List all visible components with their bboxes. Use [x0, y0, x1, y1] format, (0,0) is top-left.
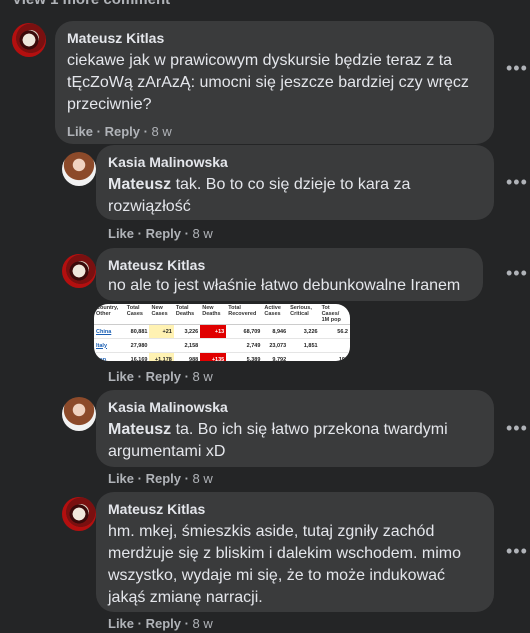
table-header: Total Deaths: [173, 304, 201, 325]
like-button[interactable]: Like: [67, 124, 93, 139]
comment-text: Mateusz ta. Bo ich się łatwo przekona tw…: [108, 421, 448, 460]
more-options-icon[interactable]: •••: [506, 58, 528, 79]
like-button[interactable]: Like: [108, 471, 134, 486]
comment-bubble: Mateusz Kitlas hm. mkej, śmieszkis aside…: [96, 492, 494, 612]
comment-time[interactable]: 8 w: [152, 124, 172, 139]
table-cell: [149, 338, 174, 353]
table-cell: +13: [200, 324, 227, 339]
more-options-icon[interactable]: •••: [506, 263, 528, 284]
table-cell: 3,226: [173, 324, 201, 339]
attached-image-table[interactable]: Country, Other Total Cases New Cases Tot…: [94, 304, 350, 361]
table-cell: [200, 338, 227, 353]
avatar[interactable]: [62, 254, 96, 288]
reply-button[interactable]: Reply: [146, 226, 181, 241]
comment-author[interactable]: Kasia Malinowska: [108, 153, 482, 171]
table-cell: 5,389: [226, 352, 263, 361]
comment-actions: Like · Reply · 8 w: [108, 616, 213, 631]
table-header: Total Recovered: [226, 304, 263, 325]
table-header: Country, Other: [94, 304, 125, 325]
table-header: Tot Cases/ 1M pop: [319, 304, 350, 325]
reply-button[interactable]: Reply: [105, 124, 140, 139]
table-header: Total Cases: [124, 304, 150, 325]
view-more-comments-link[interactable]: View 1 more comment: [12, 0, 170, 8]
table-row: China 80,881 +21 3,226 +13 68,709 8,946 …: [94, 324, 350, 339]
comment-time[interactable]: 8 w: [193, 369, 213, 384]
table-cell: China: [94, 324, 125, 339]
table-cell: 3,226: [288, 324, 320, 339]
comment-author[interactable]: Kasia Malinowska: [108, 398, 482, 416]
more-options-icon[interactable]: •••: [506, 418, 528, 439]
comment-actions: Like · Reply · 8 w: [108, 226, 213, 241]
reply-button[interactable]: Reply: [146, 616, 181, 631]
like-button[interactable]: Like: [108, 616, 134, 631]
comment-author[interactable]: Mateusz Kitlas: [67, 29, 482, 47]
table-cell: 192: [319, 352, 350, 361]
table-cell: [319, 338, 350, 353]
table-cell: 80,881: [124, 324, 150, 339]
comment-text: hm. mkej, śmieszkis aside, tutaj zgniły …: [108, 523, 461, 606]
more-options-icon[interactable]: •••: [506, 541, 528, 562]
comment-time[interactable]: 8 w: [193, 616, 213, 631]
table-cell: 23,073: [262, 338, 289, 353]
table-cell: +1,178: [149, 352, 174, 361]
comment-text: no ale to jest właśnie łatwo debunkowaln…: [108, 277, 461, 294]
table-cell: 988: [173, 352, 201, 361]
table-header: New Deaths: [200, 304, 227, 325]
more-options-icon[interactable]: •••: [506, 172, 528, 193]
avatar[interactable]: [62, 152, 96, 186]
avatar[interactable]: [62, 497, 96, 531]
comment-bubble: Mateusz Kitlas no ale to jest właśnie ła…: [96, 248, 483, 301]
table-cell: 56.2: [319, 324, 350, 339]
table-header: Serious, Critical: [288, 304, 320, 325]
reply-button[interactable]: Reply: [146, 369, 181, 384]
table-cell: 1,851: [288, 338, 320, 353]
table-header: New Cases: [149, 304, 174, 325]
comment-author[interactable]: Mateusz Kitlas: [108, 500, 482, 518]
comment-text: ciekawe jak w prawicowym dyskursie będzi…: [67, 52, 469, 113]
comment-actions: Like · Reply · 8 w: [108, 471, 213, 486]
comment-text: Mateusz tak. Bo to co się dzieje to kara…: [108, 176, 411, 215]
table-cell: 9,792: [262, 352, 289, 361]
like-button[interactable]: Like: [108, 369, 134, 384]
avatar[interactable]: [12, 23, 46, 57]
comment-time[interactable]: 8 w: [193, 471, 213, 486]
comment-actions: Like · Reply · 8 w: [108, 369, 213, 384]
comment-time[interactable]: 8 w: [193, 226, 213, 241]
avatar[interactable]: [62, 397, 96, 431]
table-header: Active Cases: [262, 304, 289, 325]
mention-tag[interactable]: Mateusz: [108, 421, 171, 438]
comment-bubble: Kasia Malinowska Mateusz ta. Bo ich się …: [96, 390, 494, 467]
comment-actions: Like · Reply · 8 w: [67, 124, 172, 139]
table-cell: Iran: [94, 352, 125, 361]
table-cell: Italy: [94, 338, 125, 353]
reply-button[interactable]: Reply: [146, 471, 181, 486]
comment-bubble: Kasia Malinowska Mateusz tak. Bo to co s…: [96, 145, 494, 220]
table-row: Iran 16,169 +1,178 988 +135 5,389 9,792 …: [94, 352, 350, 361]
table-cell: 2,749: [226, 338, 263, 353]
table-cell: +135: [200, 352, 227, 361]
table-cell: 68,709: [226, 324, 263, 339]
table-cell: [288, 352, 320, 361]
table-cell: 2,158: [173, 338, 201, 353]
comment-author[interactable]: Mateusz Kitlas: [108, 256, 471, 274]
table-row: Italy 27,980 2,158 2,749 23,073 1,851: [94, 338, 350, 353]
table-cell: +21: [149, 324, 174, 339]
table-cell: 16,169: [124, 352, 150, 361]
table-cell: 27,980: [124, 338, 150, 353]
table-cell: 8,946: [262, 324, 289, 339]
mention-tag[interactable]: Mateusz: [108, 176, 171, 193]
like-button[interactable]: Like: [108, 226, 134, 241]
